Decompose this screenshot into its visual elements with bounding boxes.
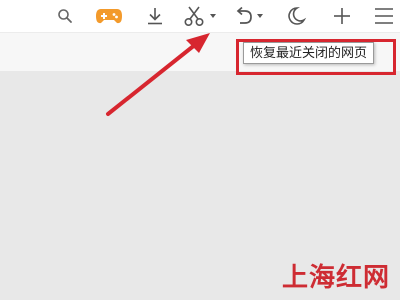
annotation-arrow <box>106 33 210 116</box>
watermark-logo: 上海红网 <box>281 263 390 293</box>
